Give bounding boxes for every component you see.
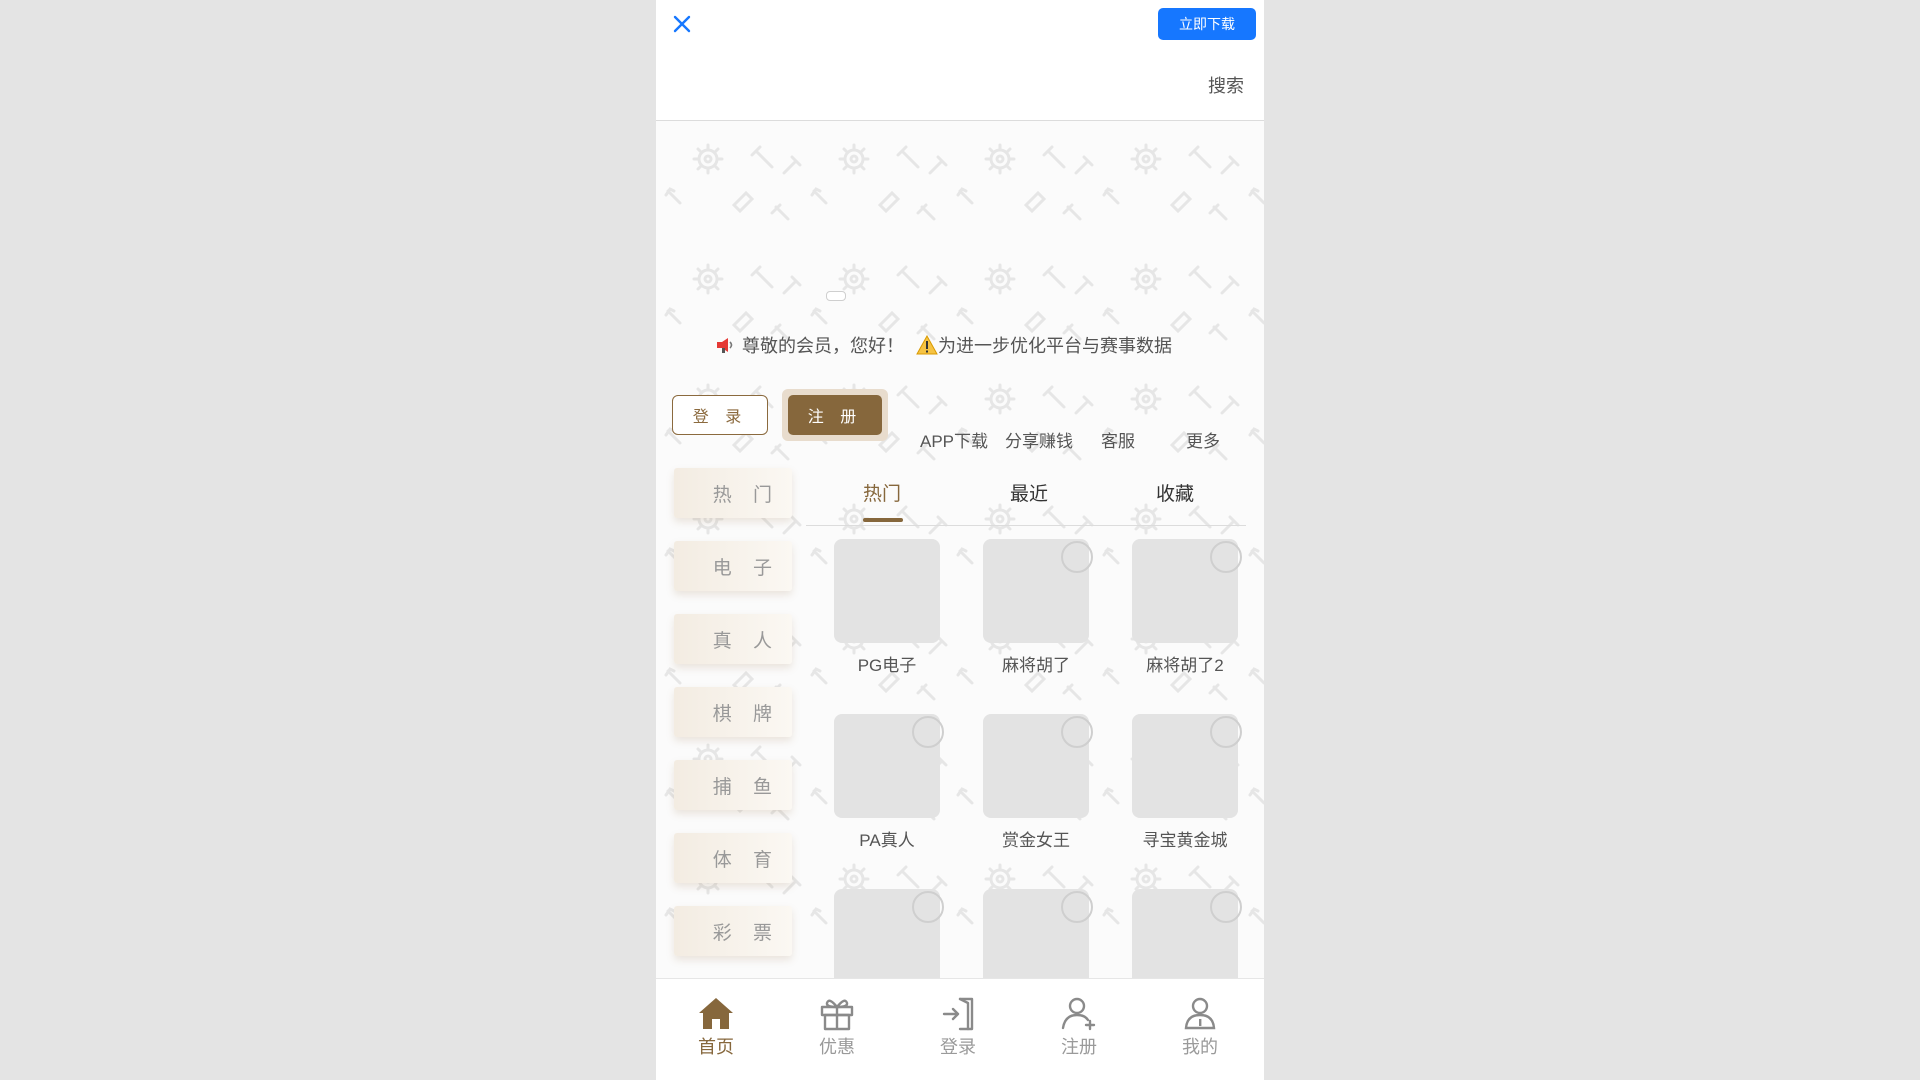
- quicklink-share-earn[interactable]: 分享赚钱: [1005, 427, 1073, 452]
- active-tab-indicator: [863, 518, 903, 522]
- download-app-button[interactable]: 立即下载: [1158, 8, 1256, 40]
- game-card-treasure-city[interactable]: 寻宝黄金城: [1117, 714, 1242, 864]
- warning-icon: [916, 335, 938, 355]
- home-icon: [699, 998, 733, 1029]
- category-live[interactable]: 真 人: [674, 614, 792, 664]
- quicklink-more[interactable]: 更多: [1186, 427, 1220, 452]
- nav-login[interactable]: 登录: [918, 995, 998, 1075]
- category-fishing[interactable]: 捕 鱼: [674, 760, 792, 810]
- favorite-toggle[interactable]: [1210, 716, 1242, 748]
- quicklink-customer-service[interactable]: 客服: [1101, 427, 1135, 452]
- game-card[interactable]: [1117, 889, 1242, 978]
- close-icon[interactable]: [668, 10, 696, 38]
- game-name: 寻宝黄金城: [1142, 831, 1228, 850]
- register-button-frame: 注 册: [782, 389, 888, 441]
- bottom-navigation: 首页 优惠 登录 注册 我的: [656, 978, 1264, 1080]
- notice-marquee[interactable]: 尊敬的会员，您好！ 为进一步优化平台与赛事数据: [714, 331, 1194, 359]
- favorite-toggle[interactable]: [1061, 716, 1093, 748]
- category-sports[interactable]: 体 育: [674, 833, 792, 883]
- favorite-toggle[interactable]: [1210, 891, 1242, 923]
- game-card-mahjong2[interactable]: 麻将胡了2: [1117, 539, 1242, 689]
- favorite-toggle[interactable]: [1210, 541, 1242, 573]
- favorite-toggle[interactable]: [912, 891, 944, 923]
- nav-register[interactable]: 注册: [1039, 995, 1119, 1075]
- favorite-toggle[interactable]: [1061, 891, 1093, 923]
- category-lottery[interactable]: 彩 票: [674, 906, 792, 956]
- login-icon: [942, 997, 974, 1031]
- gift-icon: [820, 999, 854, 1031]
- banner-indicator[interactable]: [826, 291, 846, 301]
- favorite-toggle[interactable]: [1061, 541, 1093, 573]
- game-card-pa-live[interactable]: PA真人: [819, 714, 944, 864]
- search-link[interactable]: 搜索: [1208, 72, 1244, 98]
- nav-login-label: 登录: [940, 1037, 976, 1057]
- game-card-pg[interactable]: PG电子: [819, 539, 940, 689]
- nav-profile-label: 我的: [1182, 1037, 1218, 1057]
- game-card-mahjong[interactable]: 麻将胡了: [968, 539, 1093, 689]
- game-card[interactable]: [968, 889, 1093, 978]
- category-hot[interactable]: 热 门: [674, 468, 792, 518]
- phone-viewport: 立即下载 搜索 尊敬的会员，您好！ 为进一步优化平台与赛事数据 登 录 注 册 …: [656, 0, 1264, 1080]
- game-tabs: 热门 最近 收藏: [806, 461, 1246, 526]
- tab-favorites[interactable]: 收藏: [1156, 479, 1194, 506]
- main-content: 尊敬的会员，您好！ 为进一步优化平台与赛事数据 登 录 注 册 APP下载 分享…: [656, 121, 1264, 978]
- game-card-bounty-queen[interactable]: 赏金女王: [968, 714, 1093, 864]
- nav-register-label: 注册: [1061, 1037, 1097, 1057]
- add-user-icon: [1061, 997, 1096, 1031]
- top-bar: 立即下载 搜索: [656, 0, 1264, 121]
- game-name: PA真人: [859, 831, 915, 850]
- game-name: 麻将胡了: [1002, 656, 1070, 675]
- quicklink-app-download[interactable]: APP下载: [920, 427, 988, 452]
- game-name: PG电子: [857, 656, 917, 675]
- game-thumbnail: [834, 539, 940, 643]
- speaker-icon: [717, 338, 733, 353]
- tab-recent[interactable]: 最近: [1010, 479, 1048, 506]
- tab-hot[interactable]: 热门: [863, 479, 901, 506]
- category-cards[interactable]: 棋 牌: [674, 687, 792, 737]
- favorite-toggle[interactable]: [912, 716, 944, 748]
- nav-promotions[interactable]: 优惠: [797, 995, 877, 1075]
- game-name: 赏金女王: [1002, 831, 1070, 850]
- nav-promotions-label: 优惠: [819, 1037, 855, 1057]
- user-icon: [1184, 997, 1216, 1030]
- login-button[interactable]: 登 录: [672, 395, 768, 435]
- nav-home[interactable]: 首页: [676, 995, 756, 1075]
- game-card[interactable]: [819, 889, 944, 978]
- nav-home-label: 首页: [698, 1037, 734, 1057]
- category-slots[interactable]: 电 子: [674, 541, 792, 591]
- notice-text-2: 为进一步优化平台与赛事数据: [938, 336, 1172, 356]
- nav-profile[interactable]: 我的: [1160, 995, 1240, 1075]
- game-name: 麻将胡了2: [1146, 656, 1224, 675]
- register-button[interactable]: 注 册: [788, 395, 882, 435]
- notice-text-1: 尊敬的会员，您好！: [742, 336, 904, 356]
